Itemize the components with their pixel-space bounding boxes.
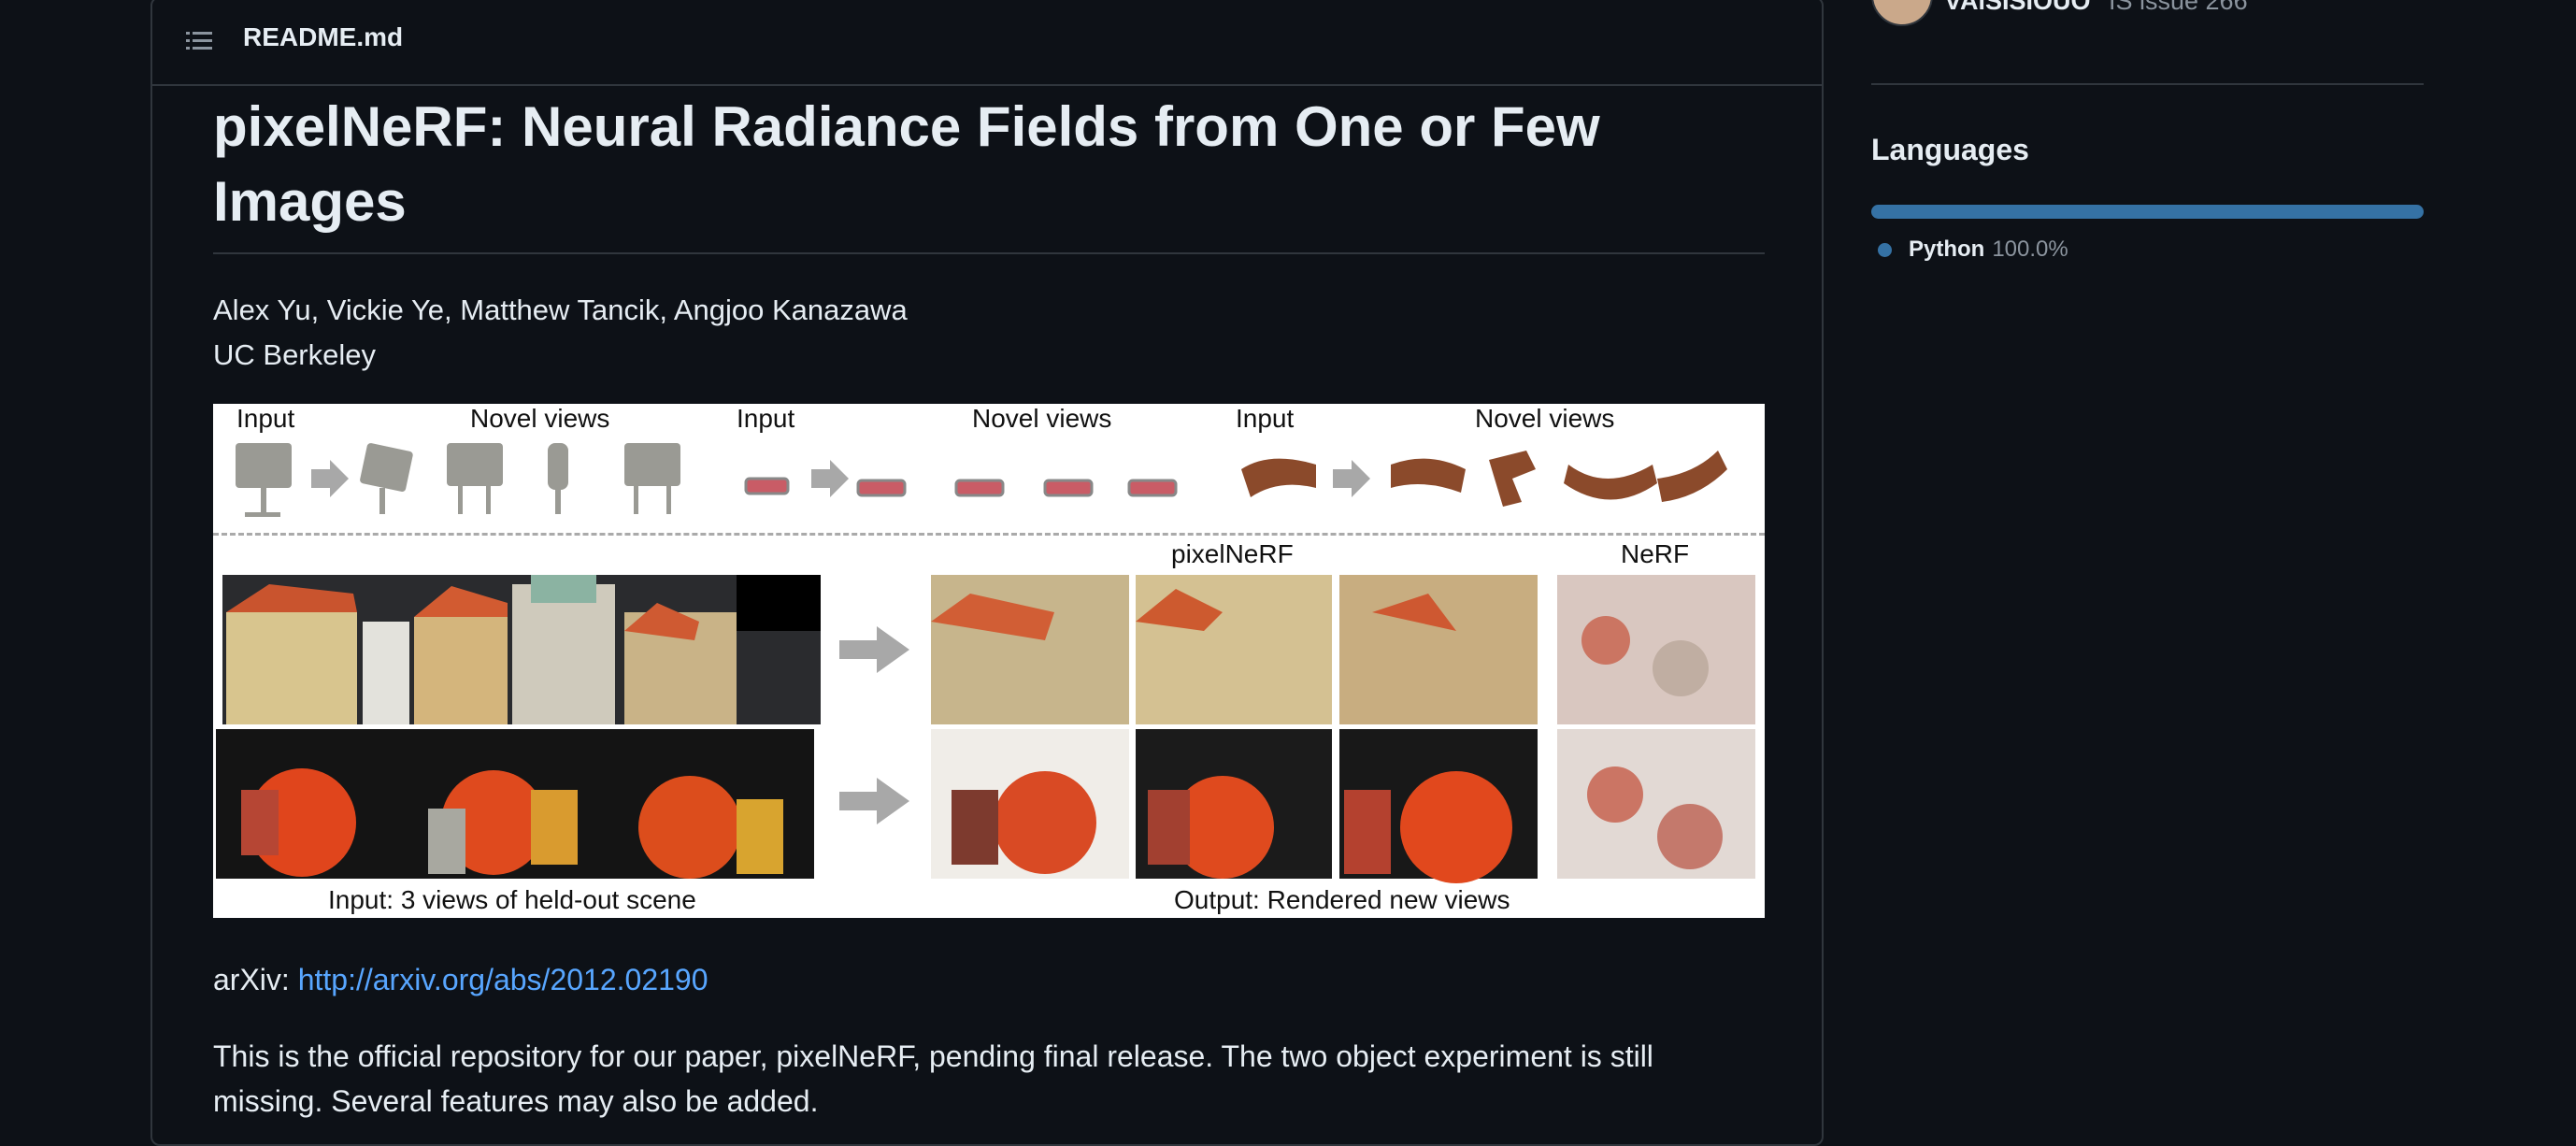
fig-label-input-1: Input xyxy=(236,404,295,433)
description-paragraph: This is the official repository for our … xyxy=(213,1039,1653,1118)
output-caption: Output: Rendered new views xyxy=(1174,885,1510,914)
readme-header: README.md xyxy=(152,0,1822,86)
arxiv-link[interactable]: http://arxiv.org/abs/2012.02190 xyxy=(298,963,708,996)
object-thumbnails xyxy=(236,443,1727,517)
input-caption: Input: 3 views of held-out scene xyxy=(328,885,696,914)
readme-filename[interactable]: README.md xyxy=(243,22,403,52)
fig-label-nerf: NeRF xyxy=(1621,539,1690,568)
page-title: pixelNeRF: Neural Radiance Fields from O… xyxy=(213,95,1600,233)
scene-thumbnails xyxy=(216,575,1755,883)
arxiv-label: arXiv: xyxy=(213,963,290,996)
contributor-name[interactable]: vAlSISIOUO xyxy=(1946,0,2091,16)
language-name: Python xyxy=(1909,236,1985,262)
readme-panel: README.md pixelNeRF: Neural Radiance Fie… xyxy=(150,0,1824,1146)
language-color-dot xyxy=(1878,242,1892,257)
fig-label-novel-1: Novel views xyxy=(470,404,610,433)
list-icon[interactable] xyxy=(184,26,214,56)
language-item-python[interactable]: Python 100.0% xyxy=(1878,236,2068,263)
fig-label-input-3: Input xyxy=(1236,404,1295,433)
authors-block: Alex Yu, Vickie Ye, Matthew Tancik, Angj… xyxy=(213,288,908,378)
figure-divider xyxy=(213,533,1765,536)
sidebar-divider xyxy=(1871,83,2424,85)
affiliation: UC Berkeley xyxy=(213,338,376,371)
avatar[interactable] xyxy=(1871,0,1933,26)
arxiv-line: arXiv: http://arxiv.org/abs/2012.02190 xyxy=(213,963,708,997)
fig-label-input-2: Input xyxy=(737,404,795,433)
authors: Alex Yu, Vickie Ye, Matthew Tancik, Angj… xyxy=(213,294,908,326)
contributor-meta: IS issue 266 xyxy=(2109,0,2248,15)
fig-label-pixelnerf: pixelNeRF xyxy=(1171,539,1294,568)
language-percent: 100.0% xyxy=(1992,236,2068,262)
fig-label-novel-3: Novel views xyxy=(1475,404,1615,433)
teaser-figure: Input Novel views Input Novel views Inpu… xyxy=(213,404,1765,918)
fig-label-novel-2: Novel views xyxy=(972,404,1112,433)
languages-heading: Languages xyxy=(1871,133,2029,166)
title-divider xyxy=(213,252,1765,254)
language-bar xyxy=(1871,205,2424,219)
